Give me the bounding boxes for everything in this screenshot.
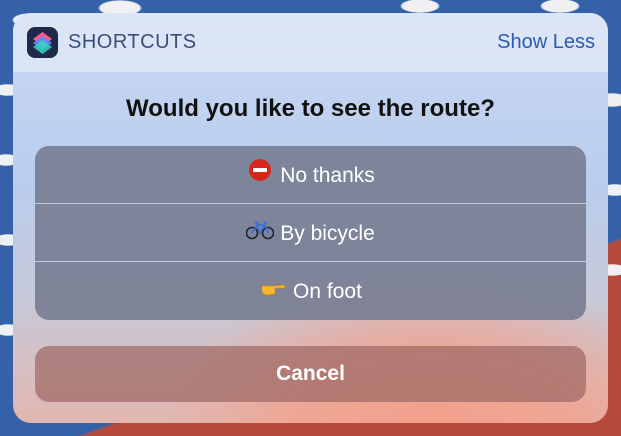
option-no-thanks[interactable]: No thanks: [35, 146, 586, 204]
bicycle-icon: [245, 205, 275, 262]
option-label: By bicycle: [280, 221, 375, 245]
app-name: SHORTCUTS: [68, 31, 197, 53]
options-list: No thanks By bicycle On foot: [35, 146, 586, 320]
option-on-foot[interactable]: On foot: [35, 262, 586, 320]
cancel-button[interactable]: Cancel: [35, 346, 586, 402]
shortcut-notification-card: SHORTCUTS Show Less Would you like to se…: [13, 13, 608, 423]
option-label: On foot: [293, 279, 362, 303]
shortcuts-app-icon: [27, 27, 58, 58]
card-header: SHORTCUTS Show Less: [13, 13, 608, 72]
option-label: No thanks: [280, 163, 375, 187]
show-less-button[interactable]: Show Less: [497, 31, 595, 54]
option-by-bicycle[interactable]: By bicycle: [35, 204, 586, 262]
question-title: Would you like to see the route?: [126, 95, 495, 122]
pointing-hand-icon: [259, 263, 287, 320]
no-entry-icon: [246, 147, 274, 204]
